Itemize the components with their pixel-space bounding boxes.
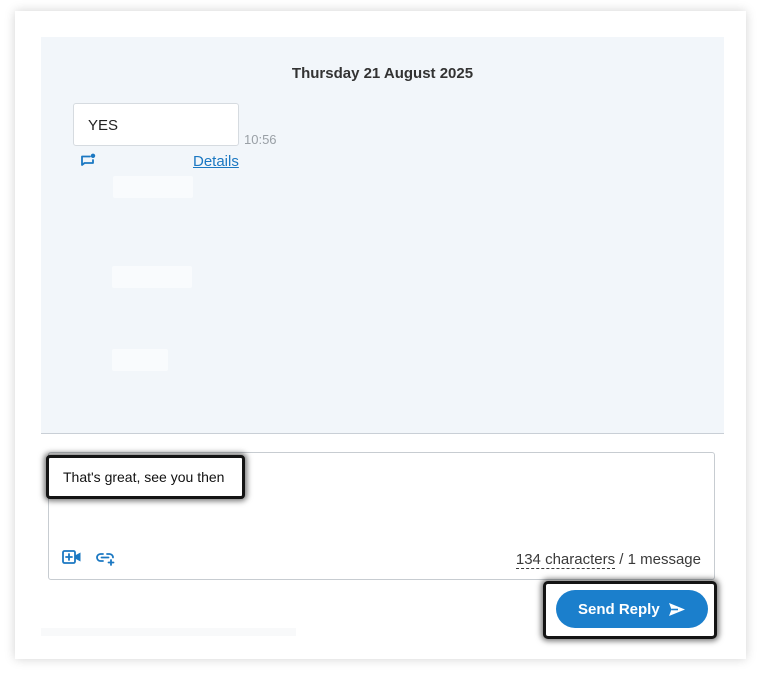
send-reply-highlight: Send Reply <box>543 581 717 639</box>
details-link[interactable]: Details <box>193 153 239 170</box>
date-heading: Thursday 21 August 2025 <box>291 65 474 82</box>
footer-placeholder <box>41 628 296 636</box>
message-bubble: YES <box>73 103 239 146</box>
reply-text-input[interactable]: That's great, see you then <box>46 455 245 499</box>
send-reply-label: Send Reply <box>578 601 660 618</box>
add-video-icon[interactable] <box>62 549 82 565</box>
comment-plus-icon[interactable] <box>80 153 96 169</box>
message-timestamp: 10:56 <box>244 132 277 147</box>
send-reply-button[interactable]: Send Reply <box>556 590 708 628</box>
message-count: / 1 message <box>615 551 701 568</box>
placeholder-block <box>112 266 192 288</box>
placeholder-block <box>113 176 193 198</box>
message-thread: Thursday 21 August 2025 YES 10:56 Detail… <box>41 37 724 434</box>
character-count: 134 characters / 1 message <box>515 551 701 569</box>
send-arrow-icon <box>669 603 685 616</box>
reply-composer: That's great, see you then 134 character… <box>46 452 715 580</box>
placeholder-block <box>112 349 168 371</box>
character-count-value[interactable]: 134 characters <box>515 551 616 569</box>
add-link-icon[interactable] <box>96 550 116 566</box>
reply-panel: Thursday 21 August 2025 YES 10:56 Detail… <box>15 11 746 659</box>
